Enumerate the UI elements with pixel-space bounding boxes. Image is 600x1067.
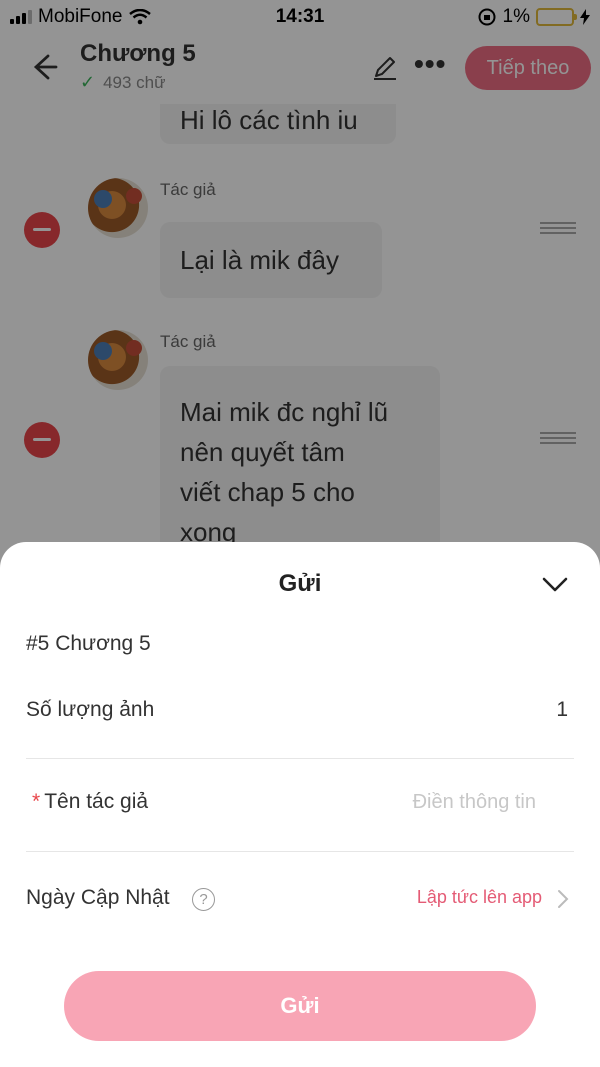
divider: [26, 851, 574, 852]
chevron-right-icon[interactable]: [556, 888, 570, 910]
update-date-value[interactable]: Lập tức lên app: [400, 887, 542, 908]
chevron-down-icon[interactable]: [540, 572, 570, 596]
divider: [26, 758, 574, 759]
send-button[interactable]: Gửi: [64, 971, 536, 1041]
required-mark: *: [32, 790, 41, 813]
send-sheet: Gửi #5 Chương 5 Số lượng ảnh 1 * Tên tác …: [0, 542, 600, 1067]
help-icon[interactable]: ?: [192, 888, 215, 911]
image-count-label: Số lượng ảnh: [26, 698, 155, 721]
author-name-label: * Tên tác giả: [32, 790, 148, 814]
author-name-text: Tên tác giả: [44, 790, 149, 813]
update-date-label: Ngày Cập Nhật: [26, 886, 170, 909]
image-count-value: 1: [556, 698, 568, 721]
chapter-label: #5 Chương 5: [26, 632, 151, 655]
author-name-input[interactable]: [300, 787, 536, 817]
sheet-title: Gửi: [278, 570, 322, 597]
